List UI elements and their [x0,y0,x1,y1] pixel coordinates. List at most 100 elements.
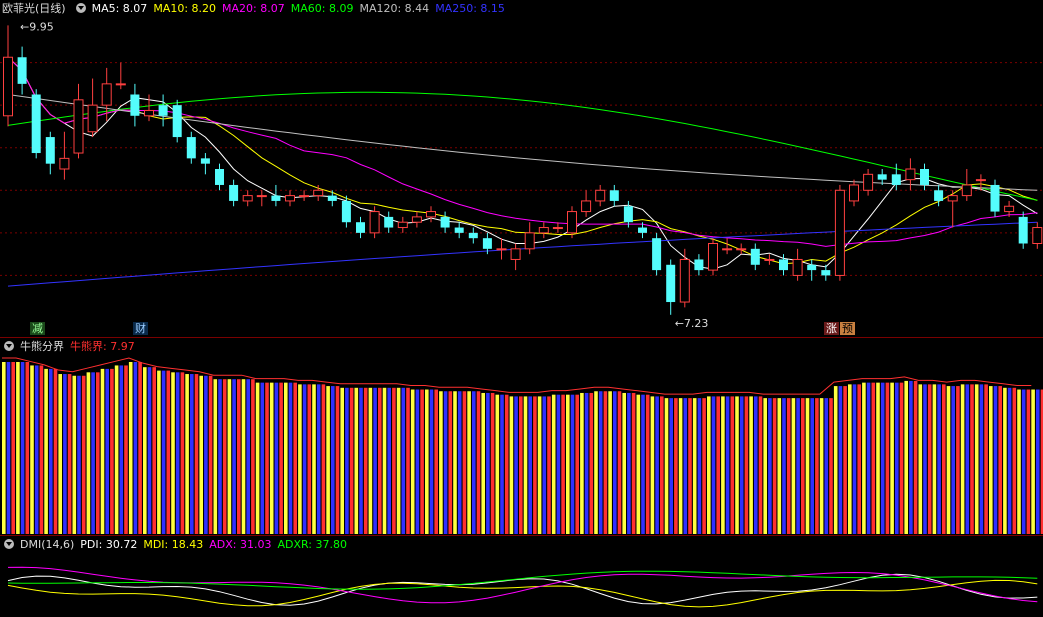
dmi-panel[interactable]: DMI(14,6) PDI: 30.72 MDI: 18.43 ADX: 31.… [0,536,1043,617]
candle-body [552,227,563,230]
bullbear-bar [500,394,504,534]
candle-body [130,94,140,116]
dropdown-icon[interactable] [4,341,14,351]
candle-body [750,248,760,265]
candle [115,62,126,90]
candle [834,184,845,281]
candle-body [229,184,239,201]
bullbear-bar [815,398,819,534]
bullbear-bar [105,368,109,534]
candle-body [482,238,492,249]
candle-body [468,232,478,239]
badge-finance[interactable]: 财 [133,322,148,335]
candle [666,259,676,315]
bullbear-bar [420,389,424,534]
candle [73,83,84,159]
bullbear-bar [711,396,716,534]
bullbear-bar [542,396,547,534]
candle-body [31,94,41,154]
dmi-title: DMI(14,6) [20,537,75,551]
candle [990,179,1000,217]
candle-body [172,105,182,138]
bullbear-bar [91,372,95,534]
bullbear-bar [993,386,998,534]
badge-forecast[interactable]: 预 [840,322,855,335]
bullbear-bar [387,387,391,534]
bullbear-bar [453,391,457,534]
bullbear-bar [702,398,706,534]
bullbear-bar [528,396,532,534]
candlestick-chart[interactable]: ←9.95 ←7.23 [0,0,1043,337]
bullbear-bar [796,398,800,534]
bullbear-bar [2,362,6,534]
bullbear-bar [11,362,15,534]
bullbear-bar [288,382,293,534]
bullbear-bar [175,372,180,534]
bullbear-bar [312,384,316,534]
candle [920,163,929,191]
candle [172,99,182,143]
candle-body [807,264,817,271]
price-panel[interactable]: ←9.95 ←7.23 欧菲光(日线) MA5: 8.07 MA10: 8.20 MA… [0,0,1043,338]
bullbear-bar [20,362,25,534]
bullbear-bar [114,365,119,534]
bullbear-bar [208,375,213,534]
bullbear-bar [603,391,608,534]
candle [524,222,535,255]
bullbear-bar [650,396,655,534]
candle-body [708,243,718,271]
bullbear-bar [349,387,354,534]
bullbear-bar [782,398,786,534]
dmi-mdi: MDI: 18.43 [143,537,204,551]
bullbear-bar [472,391,476,534]
bullbear-bar [805,398,810,534]
candle-body [1004,205,1015,213]
bullbear-bar [660,396,664,534]
bullbear-bar [415,389,420,534]
badge-reduce[interactable]: 减 [30,322,45,335]
candle [961,169,972,201]
candle-body [144,109,154,117]
candle [863,169,874,196]
candle-body [538,227,549,234]
bullbear-bar [34,365,39,534]
bullbear-bar [758,396,763,534]
dmi-adx: ADX: 31.03 [209,537,272,551]
bullbear-panel[interactable]: 牛熊分界 牛熊界: 7.97 [0,338,1043,536]
dropdown-icon[interactable] [4,539,14,549]
candle [200,153,210,175]
candle [552,222,563,233]
candle-body [285,195,295,202]
candle [130,83,140,127]
bullbear-bar [627,392,631,534]
ma-legend-item: MA10: 8.20 [153,1,217,15]
candle [807,259,817,281]
bullbear-bar [406,387,410,534]
ma-line [7,56,1038,265]
bullbear-bar [77,375,81,534]
candle-body [356,222,365,233]
candle [299,190,310,201]
bullbear-bar [481,392,485,534]
bullbear-bar [443,391,448,534]
bullbear-bar [152,367,156,534]
bullbear-bar [1031,389,1035,534]
bullbear-bar [613,391,617,534]
bullbear-bar [67,374,72,534]
bullbear-chart[interactable] [0,338,1043,535]
bullbear-bar [537,396,542,534]
bullbear-bar [218,379,222,534]
bullbear-bar [608,391,612,534]
badge-rise[interactable]: 涨 [824,322,839,335]
candle-body [666,264,676,303]
candle [595,184,606,207]
bullbear-bar [899,382,904,534]
candle [750,243,760,271]
candle [623,200,633,228]
bullbear-bar [302,384,307,534]
candle [581,190,592,217]
bullbear-bar [293,382,297,534]
dropdown-icon[interactable] [75,3,86,13]
dmi-line [7,579,1038,608]
bullbear-bar [942,384,946,534]
